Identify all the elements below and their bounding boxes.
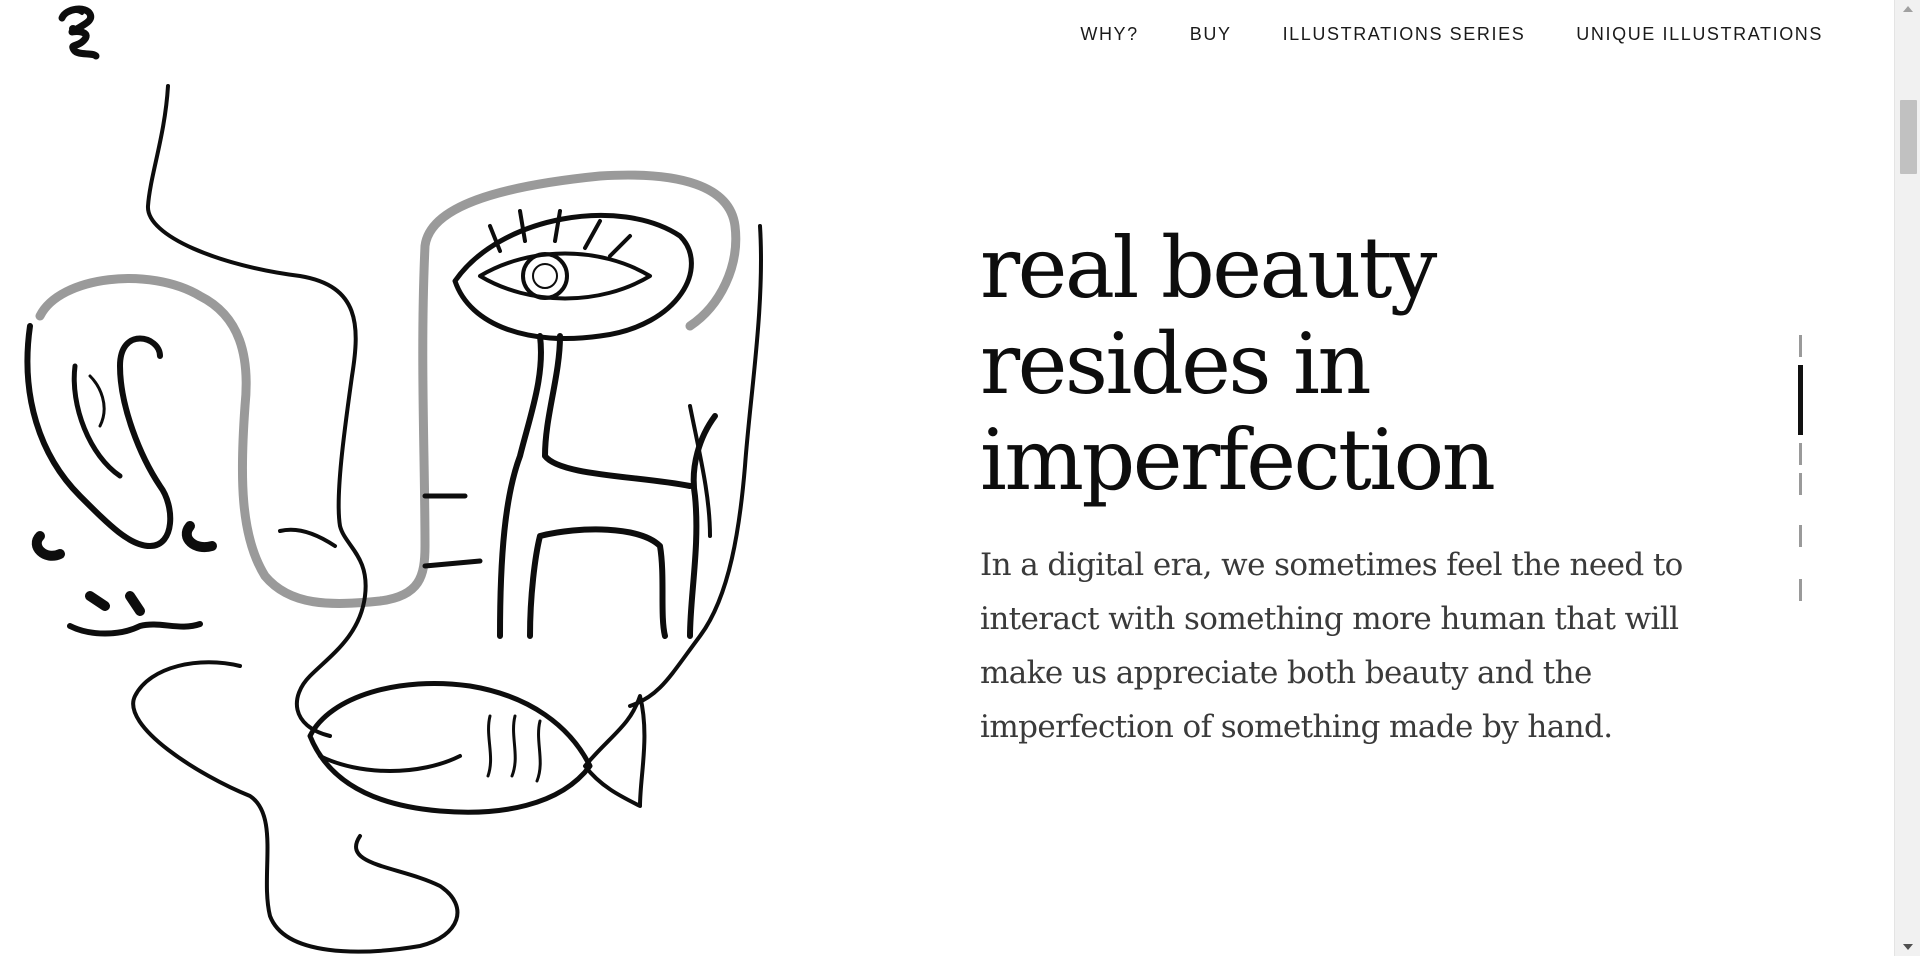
slide-dot-5[interactable]: [1799, 525, 1802, 547]
nav-item-why: WHY?: [1080, 24, 1138, 45]
hero-text: real beauty resides in imperfection In a…: [980, 220, 1720, 754]
slide-dot-1[interactable]: [1799, 335, 1802, 357]
slide-dot-2-active[interactable]: [1798, 365, 1803, 435]
slide-dot-6[interactable]: [1799, 579, 1802, 601]
nav-link-unique-illustrations[interactable]: UNIQUE ILLUSTRATIONS: [1576, 24, 1823, 44]
nav-item-unique-illustrations: UNIQUE ILLUSTRATIONS: [1576, 24, 1823, 45]
ink-squiggle-logo-icon: [58, 5, 100, 60]
main-nav: WHY? BUY ILLUSTRATIONS SERIES UNIQUE ILL…: [1080, 24, 1823, 45]
page-scrollbar[interactable]: [1894, 0, 1920, 956]
hero-illustration: [0, 76, 790, 956]
slide-dot-4[interactable]: [1799, 473, 1802, 495]
nav-link-buy[interactable]: BUY: [1190, 24, 1232, 44]
slide-indicator: [1798, 335, 1804, 605]
nav-link-illustrations-series[interactable]: ILLUSTRATIONS SERIES: [1283, 24, 1526, 44]
nav-item-buy: BUY: [1190, 24, 1232, 45]
logo[interactable]: [52, 4, 104, 62]
slide-dot-3[interactable]: [1799, 443, 1802, 465]
hero-title: real beauty resides in imperfection: [980, 219, 1496, 509]
hero-description: In a digital era, we sometimes feel the …: [980, 547, 1683, 745]
scrollbar-thumb[interactable]: [1900, 100, 1917, 174]
scroll-up-icon[interactable]: [1903, 6, 1913, 12]
page: WHY? BUY ILLUSTRATIONS SERIES UNIQUE ILL…: [0, 0, 1895, 956]
scroll-down-icon[interactable]: [1903, 944, 1913, 950]
nav-link-why[interactable]: WHY?: [1080, 24, 1138, 44]
nav-item-illustrations-series: ILLUSTRATIONS SERIES: [1283, 24, 1526, 45]
line-art-face-with-eye-horse-fish-icon: [24, 84, 763, 954]
